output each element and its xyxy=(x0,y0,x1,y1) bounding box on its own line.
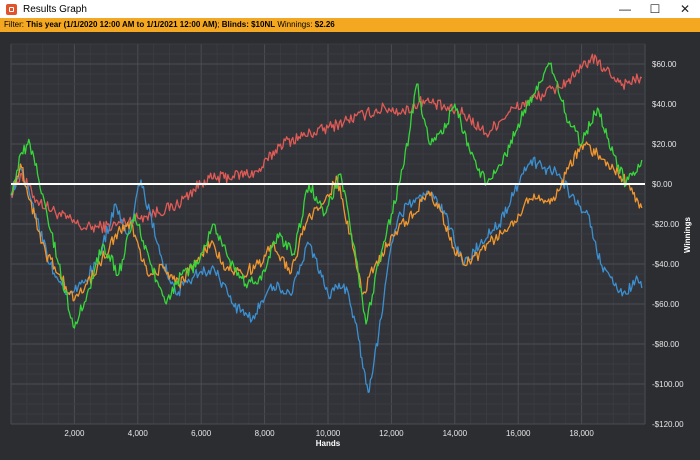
filter-winnings: $2.26 xyxy=(314,20,335,29)
results-chart-svg: 2,000 4,000 6,000 8,000 10,000 12,000 14,000 16… xyxy=(10,43,692,448)
y-axis-title: Winnings xyxy=(683,216,692,252)
filter-label: Filter: xyxy=(4,20,27,29)
minimize-button[interactable]: — xyxy=(610,0,640,18)
filter-bar[interactable]: Filter: This year (1/1/2020 12:00 AM to … xyxy=(0,18,700,32)
y-tick-label: -$60.00 xyxy=(652,300,680,309)
y-tick-label: $0.00 xyxy=(652,180,673,189)
x-tick-label: 4,000 xyxy=(128,429,149,438)
y-tick-label: -$20.00 xyxy=(652,220,680,229)
filter-blinds: $10NL xyxy=(251,20,276,29)
window-controls: — ☐ ✕ xyxy=(610,0,700,18)
x-tick-label: 12,000 xyxy=(379,429,404,438)
x-tick-label: 2,000 xyxy=(64,429,85,438)
app-logo-icon xyxy=(6,3,17,15)
window-title: Results Graph xyxy=(23,3,87,15)
y-tick-label: $60.00 xyxy=(652,60,677,69)
window-titlebar: Results Graph — ☐ ✕ xyxy=(0,0,700,18)
y-tick-label: -$40.00 xyxy=(652,260,680,269)
y-tick-label: -$100.00 xyxy=(652,380,684,389)
close-button[interactable]: ✕ xyxy=(670,0,700,18)
x-tick-label: 6,000 xyxy=(191,429,212,438)
results-chart[interactable]: 2,000 4,000 6,000 8,000 10,000 12,000 14,000 16… xyxy=(0,32,700,460)
y-axis-ticks: $60.00 $40.00 $20.00 $0.00 -$20.00 -$40.00 -$6… xyxy=(652,60,684,429)
x-tick-label: 14,000 xyxy=(443,429,468,438)
maximize-button[interactable]: ☐ xyxy=(640,0,670,18)
x-tick-label: 16,000 xyxy=(506,429,531,438)
filter-winnings-label: Winnings: xyxy=(277,20,315,29)
y-tick-label: -$80.00 xyxy=(652,340,680,349)
y-tick-label: -$120.00 xyxy=(652,420,684,429)
filter-blinds-label: Blinds: xyxy=(221,20,252,29)
y-tick-label: $40.00 xyxy=(652,100,677,109)
x-axis-title: Hands xyxy=(316,439,341,448)
y-tick-label: $20.00 xyxy=(652,140,677,149)
x-tick-label: 10,000 xyxy=(316,429,341,438)
x-tick-label: 8,000 xyxy=(255,429,276,438)
filter-range: This year (1/1/2020 12:00 AM to 1/1/2021… xyxy=(26,20,218,29)
x-axis-ticks: 2,000 4,000 6,000 8,000 10,000 12,000 14,000 16… xyxy=(64,429,594,438)
x-tick-label: 18,000 xyxy=(569,429,594,438)
